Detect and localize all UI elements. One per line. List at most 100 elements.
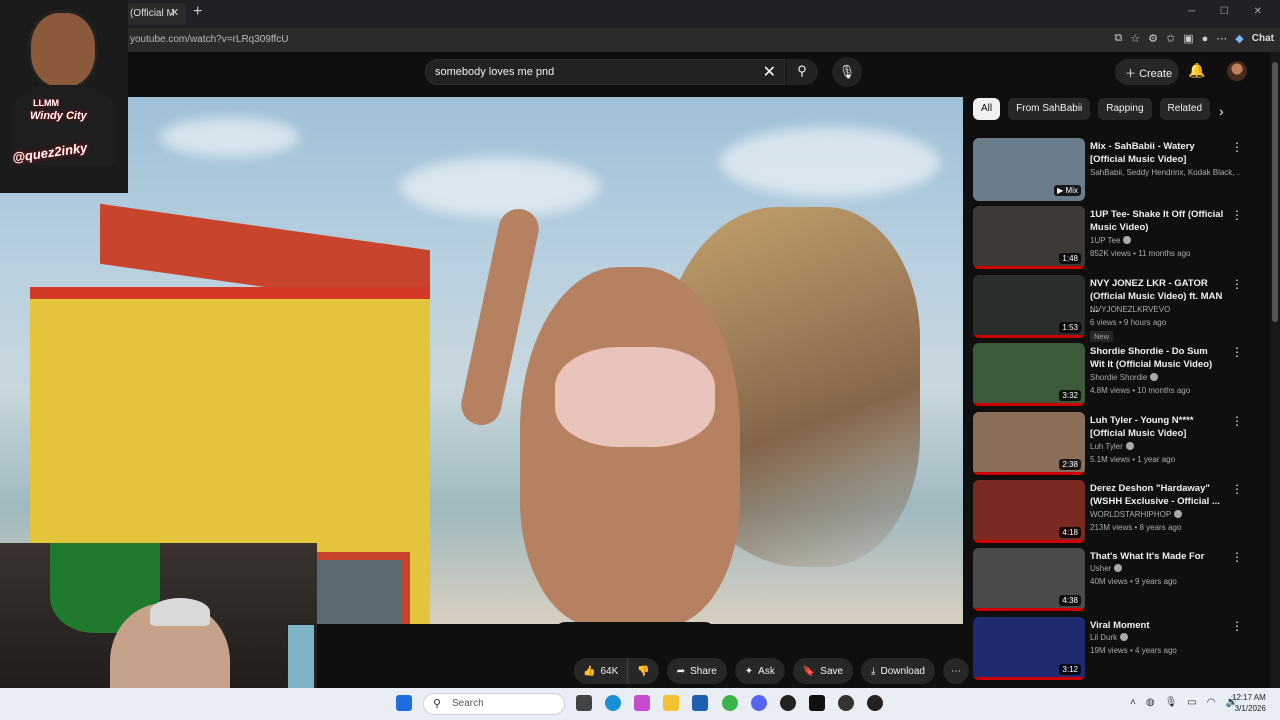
video-thumbnail[interactable]: 3:32 [973, 343, 1085, 407]
ask-label: Ask [758, 665, 775, 677]
recommended-video[interactable]: 3:12 Viral Moment Lil Durk 19M views • 4 ye… [973, 615, 1253, 683]
profile-icon[interactable]: ● [1202, 33, 1209, 45]
download-button[interactable]: ⤓ Download [861, 658, 935, 684]
chevron-right-icon[interactable]: › [1219, 103, 1224, 119]
video-menu-icon[interactable]: ⋮ [1231, 277, 1243, 291]
display-icon[interactable]: ▭ [1187, 697, 1196, 708]
dislike-button[interactable]: 👎 [628, 666, 658, 677]
video-title[interactable]: Viral Moment [1090, 619, 1225, 632]
video-menu-icon[interactable]: ⋮ [1231, 550, 1243, 564]
video-thumbnail[interactable]: 2:38 [973, 411, 1085, 475]
video-menu-icon[interactable]: ⋮ [1231, 208, 1243, 222]
app-available-icon[interactable]: ⧉ [1114, 32, 1122, 45]
task-view-icon[interactable] [576, 695, 592, 711]
clock-time: 12:17 AM [1232, 693, 1266, 702]
video-thumbnail[interactable]: 1:48 [973, 206, 1085, 270]
minimize-icon[interactable]: ─ [1188, 6, 1195, 17]
recommended-video[interactable]: 3:32 Shordie Shordie - Do Sum Wit It (Off… [973, 341, 1253, 409]
favorite-star-icon[interactable]: ☆ [1130, 32, 1140, 45]
copilot-app-icon[interactable] [634, 695, 650, 711]
video-thumbnail[interactable]: 1:53 [973, 274, 1085, 338]
network-icon[interactable]: ◍ [1146, 697, 1155, 708]
video-menu-icon[interactable]: ⋮ [1231, 140, 1243, 154]
recommended-video[interactable]: 1:48 1UP Tee- Shake It Off (Official Musi… [973, 204, 1253, 272]
recommended-video[interactable]: ▶ Mix Mix - SahBabii - Watery [Official M… [973, 136, 1253, 204]
url-field[interactable]: youtube.com/watch?v=rLRq309ffcU [130, 34, 289, 45]
close-window-icon[interactable]: ✕ [1254, 6, 1262, 17]
audio-app-icon[interactable] [809, 695, 825, 711]
system-tray: ˄ ◍ 🎙 ▭ ◠ 🔊 [1130, 697, 1238, 708]
maximize-icon[interactable]: ☐ [1220, 6, 1229, 17]
tab-close-icon[interactable]: ✕ [170, 6, 179, 19]
chip-related[interactable]: Related [1159, 98, 1210, 120]
video-title[interactable]: 1UP Tee- Shake It Off (Official Music Vi… [1090, 208, 1225, 234]
recommended-video[interactable]: 1:53 NVY JONEZ LKR - GATOR (Official Musi… [973, 273, 1253, 342]
page-scrollbar[interactable] [1270, 52, 1280, 688]
ask-button[interactable]: ✦ Ask [734, 658, 785, 684]
video-thumbnail[interactable]: ▶ Mix [973, 138, 1085, 201]
video-channel[interactable]: Luh Tyler [1090, 441, 1240, 451]
video-menu-icon[interactable]: ⋮ [1231, 482, 1243, 496]
notifications-bell-icon[interactable]: 🔔 [1188, 62, 1205, 79]
video-channel[interactable]: Lil Durk [1090, 632, 1240, 642]
extensions-icon[interactable]: ⚙ [1148, 32, 1158, 45]
video-channel[interactable]: WORLDSTARHIPHOP [1090, 509, 1240, 519]
video-channel[interactable]: Shordie Shordie [1090, 373, 1240, 382]
mic-tray-icon[interactable]: 🎙 [1165, 697, 1178, 708]
favorites-icon[interactable]: ✩ [1166, 32, 1175, 45]
chat-button[interactable]: Chat [1252, 33, 1274, 44]
copilot-icon[interactable]: ◆ [1235, 32, 1243, 45]
clear-search-icon[interactable]: ✕ [763, 62, 776, 82]
account-avatar[interactable] [1227, 61, 1247, 81]
video-title[interactable]: Shordie Shordie - Do Sum Wit It (Officia… [1090, 345, 1225, 371]
video-thumbnail[interactable]: 4:18 [973, 479, 1085, 543]
video-title[interactable]: Luh Tyler - Young N**** [Official Music … [1090, 414, 1225, 440]
video-title[interactable]: Derez Deshon "Hardaway" (WSHH Exclusive … [1090, 482, 1225, 508]
search-button[interactable]: ⚲ [786, 59, 818, 85]
logo-text: Windy City [30, 110, 87, 122]
scrollbar-thumb[interactable] [1272, 62, 1278, 322]
video-title[interactable]: That's What It's Made For [1090, 550, 1225, 563]
video-channel[interactable]: 1UP Tee [1090, 236, 1240, 245]
video-menu-icon[interactable]: ⋮ [1231, 414, 1243, 428]
like-button[interactable]: 👍 64K [574, 658, 629, 684]
video-thumbnail[interactable]: 4:38 [973, 548, 1085, 612]
video-menu-icon[interactable]: ⋮ [1231, 345, 1243, 359]
taskbar-search[interactable]: ⚲ Search [423, 693, 565, 715]
save-button[interactable]: 🔖 Save [792, 658, 854, 684]
share-button[interactable]: ➦ Share [666, 658, 727, 684]
taskbar-clock[interactable]: 12:17 AM 3/1/2026 [1232, 692, 1266, 714]
video-title[interactable]: Mix - SahBabii - Watery [Official Music … [1090, 140, 1225, 166]
recommended-video[interactable]: 2:38 Luh Tyler - Young N**** [Official Mu… [973, 410, 1253, 478]
edge-browser-icon[interactable] [605, 695, 621, 711]
video-channel[interactable]: Usher [1090, 564, 1240, 573]
wifi-icon[interactable]: ◠ [1207, 697, 1216, 708]
video-thumbnail[interactable]: 3:12 [973, 616, 1085, 680]
recommended-video[interactable]: 4:38 That's What It's Made For Usher 40M vi… [973, 546, 1253, 614]
file-explorer-icon[interactable] [663, 695, 679, 711]
search-input[interactable]: somebody loves me pnd ✕ [425, 59, 785, 85]
create-button[interactable]: ＋ Create [1115, 59, 1179, 85]
video-meta: 4.8M views • 10 months ago [1090, 386, 1191, 396]
windows-start-icon[interactable] [396, 695, 412, 711]
more-actions-button[interactable]: ⋯ [943, 658, 969, 684]
game-app-icon[interactable] [867, 695, 883, 711]
new-tab-button[interactable]: + [193, 3, 202, 21]
obs-icon[interactable] [780, 695, 796, 711]
discord-icon[interactable] [751, 695, 767, 711]
video-channel[interactable]: SahBabii, Seddy Hendrinx, Kodak Black, .… [1090, 168, 1240, 177]
chip-rapping[interactable]: Rapping [1098, 98, 1152, 120]
more-menu-icon[interactable]: ⋯ [1216, 32, 1227, 45]
media-player-icon[interactable] [722, 695, 738, 711]
voice-search-button[interactable]: 🎙 [832, 57, 862, 87]
collections-icon[interactable]: ▣ [1183, 32, 1193, 45]
video-menu-icon[interactable]: ⋮ [1231, 619, 1243, 633]
video-meta: 6 views • 9 hours ago [1090, 317, 1167, 327]
recommended-video[interactable]: 4:18 Derez Deshon "Hardaway" (WSHH Exclus… [973, 478, 1253, 546]
chip-all[interactable]: All [973, 98, 1001, 120]
chevron-up-icon[interactable]: ˄ [1130, 697, 1136, 708]
capcut-icon[interactable] [838, 695, 854, 711]
chip-from-sahbabii[interactable]: From SahBabii [1008, 98, 1091, 120]
store-icon[interactable] [692, 695, 708, 711]
video-channel[interactable]: NVYJONEZLKRVEVO [1090, 305, 1240, 314]
